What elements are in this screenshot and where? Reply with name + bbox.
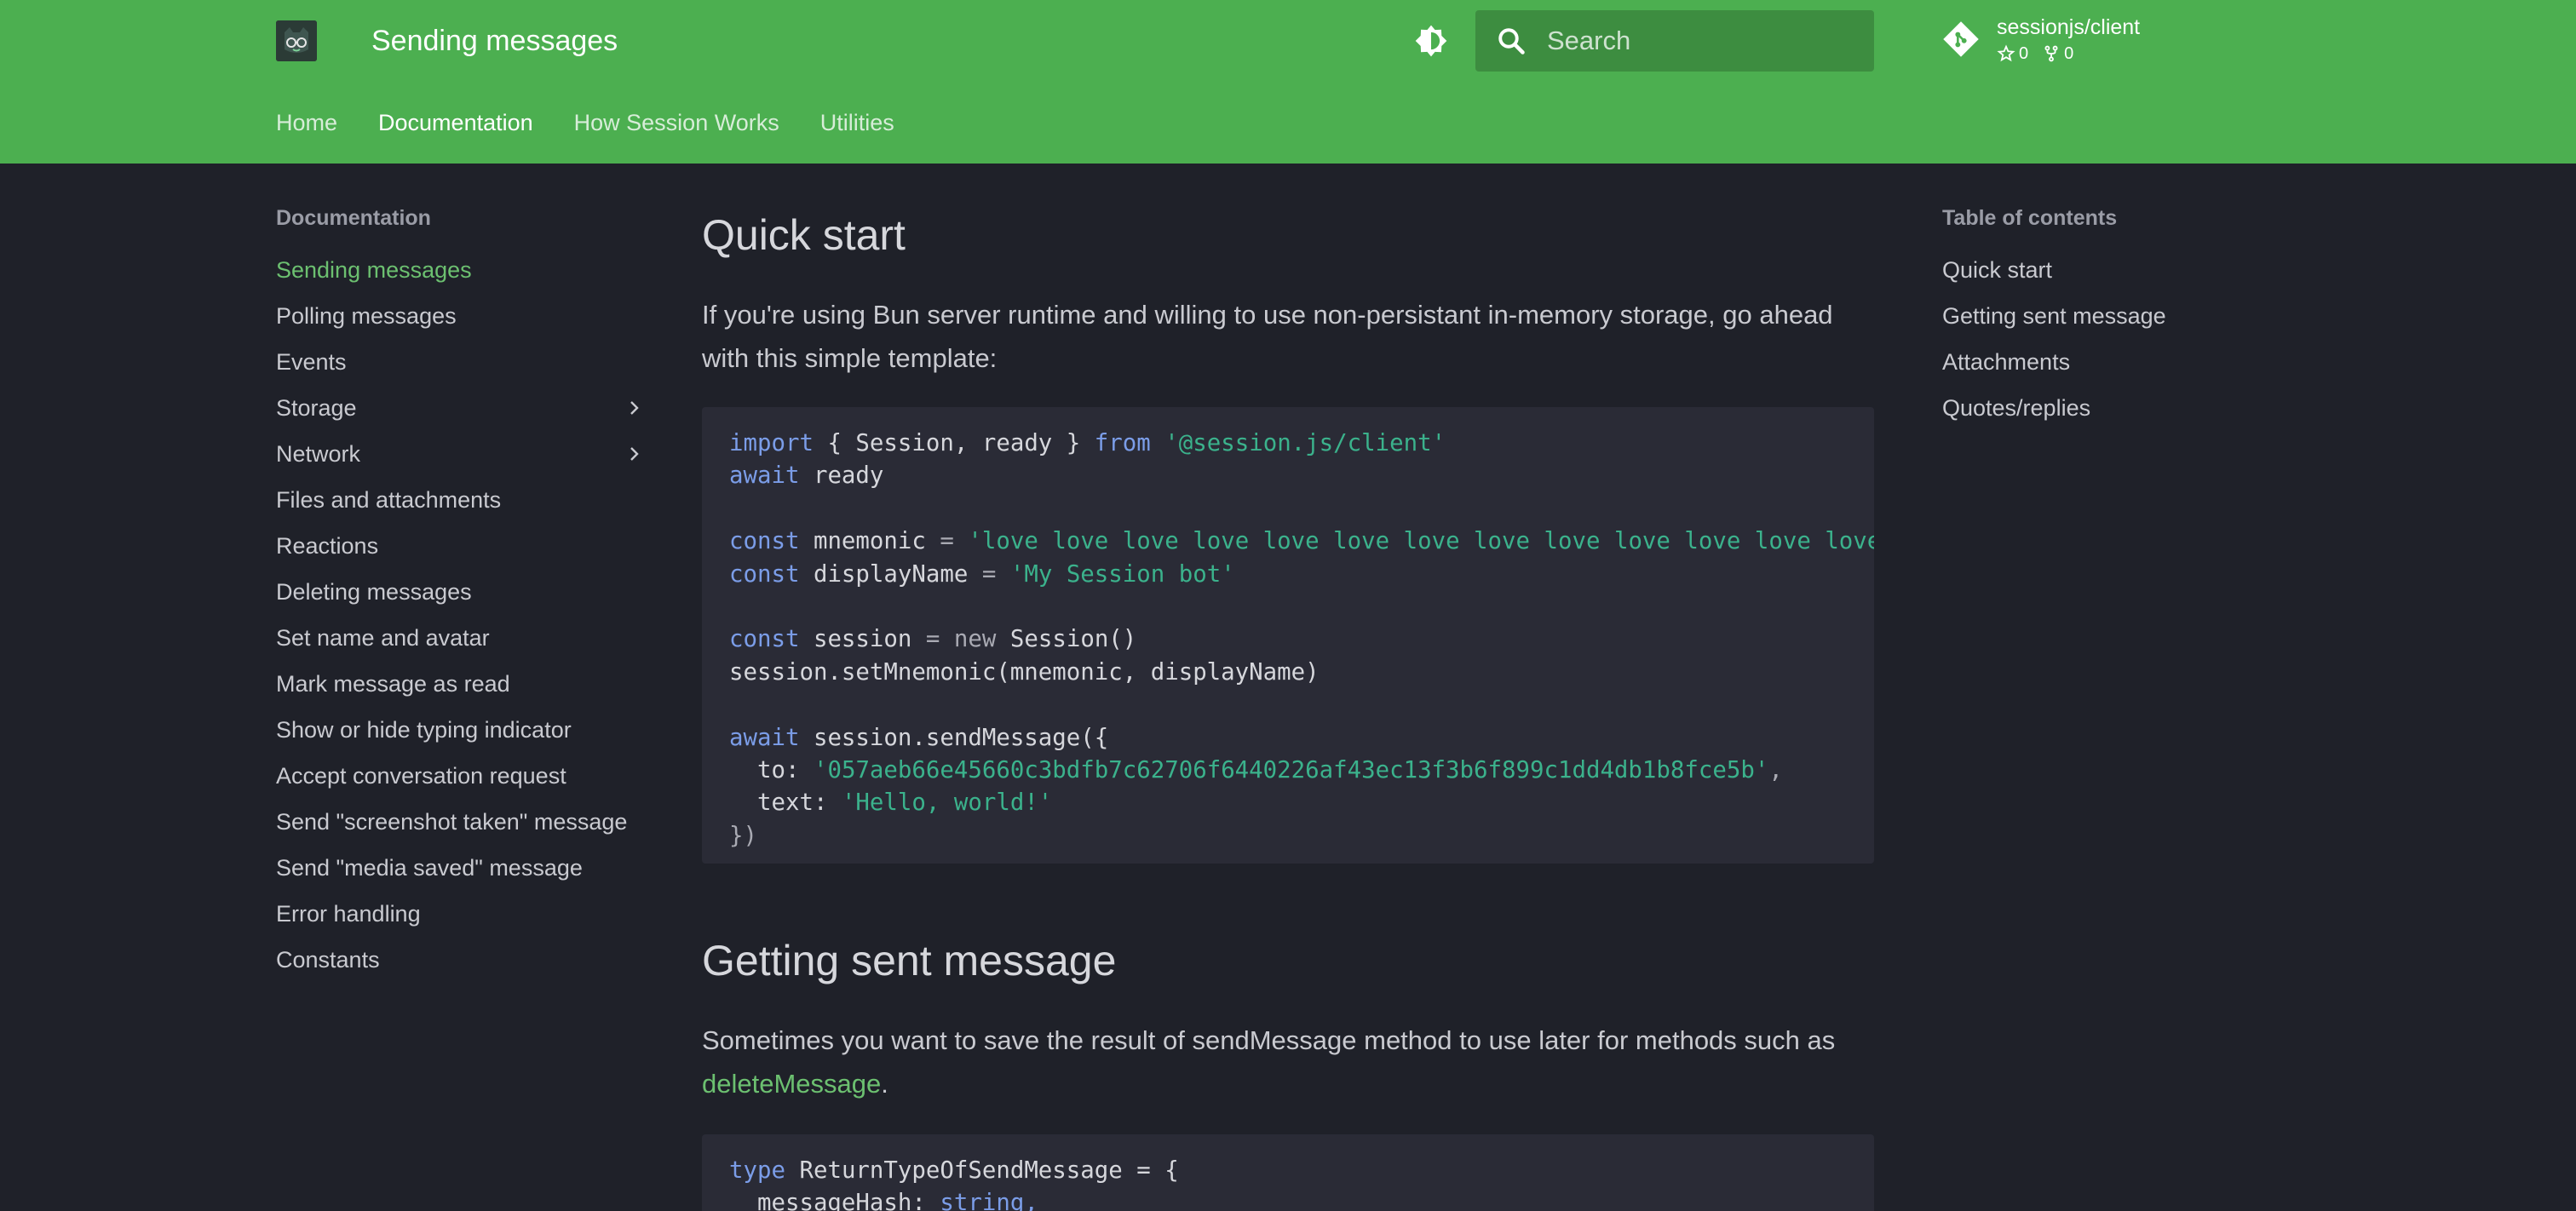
sidebar-item-deleting-messages[interactable]: Deleting messages bbox=[276, 569, 644, 615]
fork-icon bbox=[2044, 45, 2058, 62]
sidebar-item-accept-conversation-request[interactable]: Accept conversation request bbox=[276, 753, 644, 799]
site-title: Sending messages bbox=[371, 25, 618, 57]
quick-start-paragraph: If you're using Bun server runtime and w… bbox=[702, 300, 1833, 373]
code-token: text: bbox=[756, 789, 828, 817]
code-token: ReturnTypeOfSendMessage = { bbox=[799, 1157, 1179, 1184]
paragraph-text: . bbox=[881, 1069, 888, 1099]
git-icon bbox=[1942, 20, 1980, 58]
code-token: mnemonic bbox=[813, 528, 926, 555]
code-token: session.setMnemonic(mnemonic, displayNam… bbox=[729, 658, 1320, 686]
sidebar-item-screenshot-taken[interactable]: Send "screenshot taken" message bbox=[276, 799, 644, 845]
code-token: new bbox=[953, 626, 997, 653]
sidebar-item-set-name-and-avatar[interactable]: Set name and avatar bbox=[276, 615, 644, 661]
repository-name: sessionjs/client bbox=[1997, 15, 2141, 39]
brightness-icon bbox=[1415, 25, 1447, 57]
code-token: 'love love love love love love love love… bbox=[968, 528, 1874, 555]
code-token: displayName bbox=[813, 560, 969, 588]
code-token: }) bbox=[729, 822, 757, 849]
code-token: 'Hello, world!' bbox=[841, 789, 1053, 817]
star-icon bbox=[1997, 44, 2015, 62]
code-token: await bbox=[729, 462, 800, 490]
code-token: const bbox=[729, 626, 800, 653]
sidebar-item-error-handling[interactable]: Error handling bbox=[276, 891, 644, 937]
code-token: 'My Session bot' bbox=[1009, 560, 1235, 588]
sidebar-item-network[interactable]: Network bbox=[276, 431, 644, 477]
code-token: session.sendMessage({ bbox=[813, 724, 1109, 751]
paragraph-text: Sometimes you want to save the result of… bbox=[702, 1025, 1836, 1055]
cat-logo-icon bbox=[276, 20, 317, 61]
tab-documentation[interactable]: Documentation bbox=[378, 102, 533, 143]
code-token: Session() bbox=[1009, 626, 1137, 653]
forks-count: 0 bbox=[2042, 43, 2073, 65]
code-token: const bbox=[729, 528, 800, 555]
code-token: string, bbox=[940, 1190, 1038, 1211]
tab-home[interactable]: Home bbox=[276, 102, 337, 143]
code-token: { Session, ready } bbox=[827, 430, 1081, 456]
sidebar-item-storage[interactable]: Storage bbox=[276, 385, 644, 431]
stars-count: 0 bbox=[1997, 43, 2028, 65]
code-token: '@session.js/client' bbox=[1164, 430, 1446, 456]
sidebar-item-polling-messages[interactable]: Polling messages bbox=[276, 293, 644, 339]
toc-item-quick-start[interactable]: Quick start bbox=[1942, 247, 2283, 293]
section-title-getting-sent-message: Getting sent message bbox=[702, 937, 1117, 984]
code-token: from bbox=[1094, 430, 1151, 456]
sidebar-item-label: Storage bbox=[276, 395, 357, 421]
delete-message-link[interactable]: deleteMessage bbox=[702, 1069, 881, 1099]
sidebar-item-events[interactable]: Events bbox=[276, 339, 644, 385]
sidebar-item-files-and-attachments[interactable]: Files and attachments bbox=[276, 477, 644, 523]
code-block-quick-start[interactable]: import { Session, ready } from '@session… bbox=[702, 407, 1874, 864]
sidebar-item-reactions[interactable]: Reactions bbox=[276, 523, 644, 569]
sidebar-item-typing-indicator[interactable]: Show or hide typing indicator bbox=[276, 707, 644, 753]
section-title-quick-start: Quick start bbox=[702, 211, 906, 259]
code-block-return-type[interactable]: type ReturnTypeOfSendMessage = { message… bbox=[702, 1134, 1874, 1211]
sidebar-item-sending-messages[interactable]: Sending messages bbox=[276, 247, 644, 293]
forks-value: 0 bbox=[2064, 44, 2074, 63]
code-token: await bbox=[729, 724, 800, 751]
code-token: import bbox=[729, 430, 814, 456]
tab-utilities[interactable]: Utilities bbox=[820, 102, 894, 143]
code-token: to: bbox=[756, 757, 800, 784]
toc-item-quotes-replies[interactable]: Quotes/replies bbox=[1942, 385, 2283, 431]
code-token: const bbox=[729, 560, 800, 588]
site-logo[interactable] bbox=[276, 20, 317, 61]
sidebar-item-media-saved[interactable]: Send "media saved" message bbox=[276, 845, 644, 891]
sidebar-heading: Documentation bbox=[276, 206, 431, 230]
chevron-right-icon[interactable] bbox=[624, 398, 644, 418]
theme-toggle-button[interactable] bbox=[1411, 20, 1452, 61]
code-token: messageHash: bbox=[756, 1190, 926, 1211]
top-header: Sending messages sessionjs/client 0 0 bbox=[0, 0, 2576, 164]
getting-sent-message-paragraph: Sometimes you want to save the result of… bbox=[702, 1019, 1874, 1105]
toc-item-getting-sent-message[interactable]: Getting sent message bbox=[1942, 293, 2283, 339]
sidebar-item-mark-message-as-read[interactable]: Mark message as read bbox=[276, 661, 644, 707]
table-of-contents: Table of contents Quick start Getting se… bbox=[1942, 201, 2283, 431]
sidebar-nav: Documentation Sending messages Polling m… bbox=[276, 201, 644, 983]
tab-how-session-works[interactable]: How Session Works bbox=[574, 102, 779, 143]
sidebar-item-constants[interactable]: Constants bbox=[276, 937, 644, 983]
sidebar-item-label: Network bbox=[276, 441, 361, 467]
code-token: session bbox=[813, 626, 912, 653]
repository-link[interactable]: sessionjs/client 0 0 bbox=[1942, 14, 2198, 68]
code-token: ready bbox=[813, 462, 884, 490]
search-input[interactable] bbox=[1547, 10, 1862, 72]
chevron-right-icon[interactable] bbox=[624, 444, 644, 464]
toc-heading: Table of contents bbox=[1942, 206, 2118, 230]
search-box[interactable] bbox=[1475, 10, 1874, 72]
search-icon bbox=[1496, 26, 1527, 56]
code-token: type bbox=[729, 1157, 785, 1184]
repository-stats: 0 0 bbox=[1997, 43, 2073, 65]
top-tabs: Home Documentation How Session Works Uti… bbox=[276, 102, 894, 143]
toc-item-attachments[interactable]: Attachments bbox=[1942, 339, 2283, 385]
code-token: '057aeb66e45660c3bdfb7c62706f6440226af43… bbox=[813, 757, 1769, 784]
stars-value: 0 bbox=[2019, 44, 2029, 63]
